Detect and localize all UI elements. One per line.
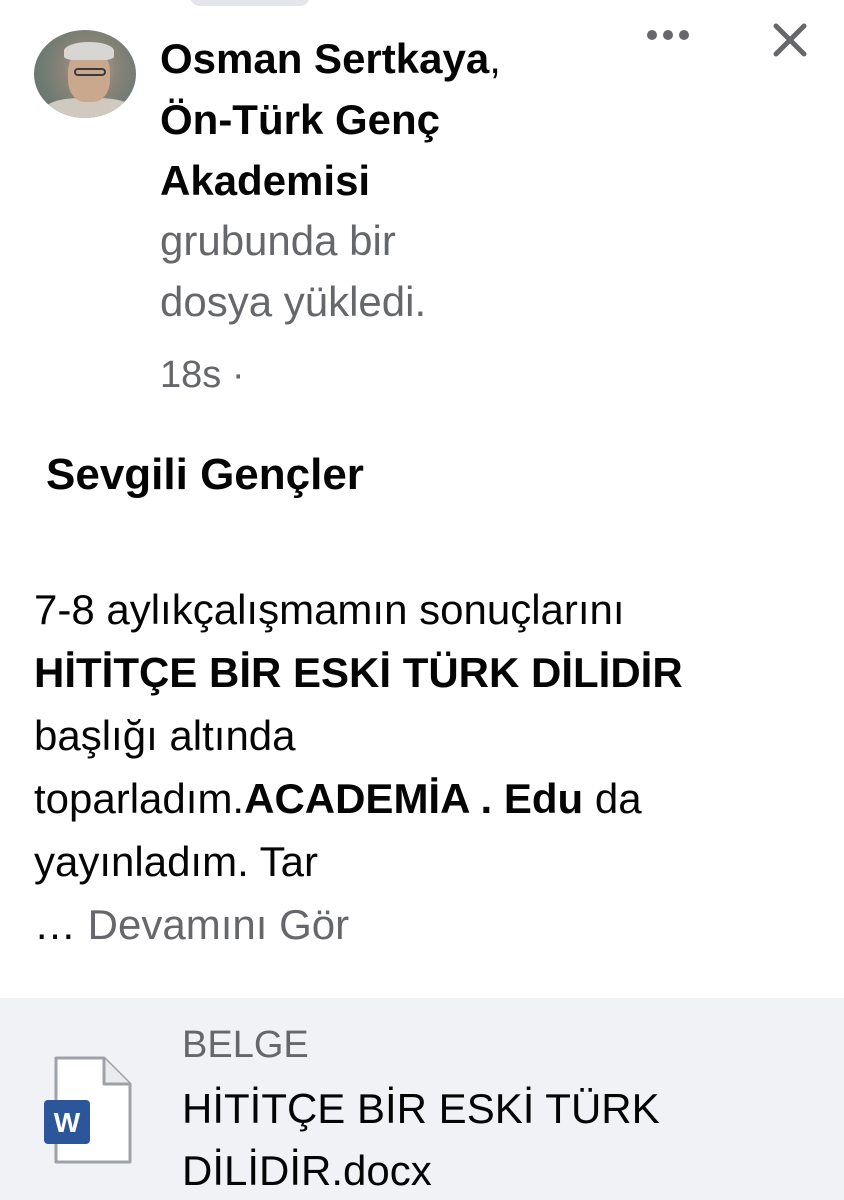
post-meta: 18s · xyxy=(160,350,245,400)
post-greeting: Sevgili Gençler xyxy=(46,450,364,499)
file-name-line1: HİTİTÇE BİR ESKİ TÜRK xyxy=(182,1085,660,1132)
post-header-title: Osman Sertkaya, Ön-Türk Genç Akademisi xyxy=(160,28,630,211)
attachment-file-name: HİTİTÇE BİR ESKİ TÜRK DİLİDİR.docx xyxy=(182,1078,782,1200)
post-card: Osman Sertkaya, Ön-Türk Genç Akademisi g… xyxy=(0,0,844,1200)
avatar[interactable] xyxy=(34,30,136,118)
author-name[interactable]: Osman Sertkaya xyxy=(160,35,489,82)
word-icon-letter: W xyxy=(54,1107,81,1138)
post-action-text: grubunda bir dosya yükledi. xyxy=(160,210,630,332)
action-line2: dosya yükledi. xyxy=(160,278,427,325)
post-text-line1: 7-8 aylıkçalışmamın sonuçlarını xyxy=(34,586,625,633)
group-name-line1[interactable]: Ön-Türk Genç xyxy=(160,96,440,143)
post-text-title: HİTİTÇE BİR ESKİ TÜRK DİLİDİR xyxy=(34,649,683,696)
see-more-ellipsis: … xyxy=(34,901,88,948)
post-text-line3: başlığı altında xyxy=(34,712,296,759)
post-text-line4-start: toparladım. xyxy=(34,775,245,822)
close-icon[interactable] xyxy=(770,20,810,60)
attachment-type: BELGE xyxy=(182,1024,309,1066)
file-attachment[interactable]: W BELGE HİTİTÇE BİR ESKİ TÜRK DİLİDİR.do… xyxy=(0,998,844,1200)
post-text-line4-end: da xyxy=(583,775,642,822)
action-line1: grubunda bir xyxy=(160,217,396,264)
word-document-icon: W xyxy=(42,1056,134,1166)
author-comma: , xyxy=(489,35,501,82)
more-options-icon[interactable] xyxy=(644,24,692,46)
post-time[interactable]: 18s xyxy=(160,354,221,396)
post-text-academia: ACADEMİA . Edu xyxy=(244,775,584,822)
file-name-line2: DİLİDİR.docx xyxy=(182,1147,432,1194)
group-name-line2[interactable]: Akademisi xyxy=(160,157,370,204)
see-more-link[interactable]: Devamını Gör xyxy=(88,901,349,948)
meta-separator: · xyxy=(231,354,245,396)
top-bar-remnant xyxy=(190,0,310,6)
post-text-line5: yayınladım. Tar xyxy=(34,838,319,885)
post-body-text: 7-8 aylıkçalışmamın sonuçlarını HİTİTÇE … xyxy=(34,578,824,956)
